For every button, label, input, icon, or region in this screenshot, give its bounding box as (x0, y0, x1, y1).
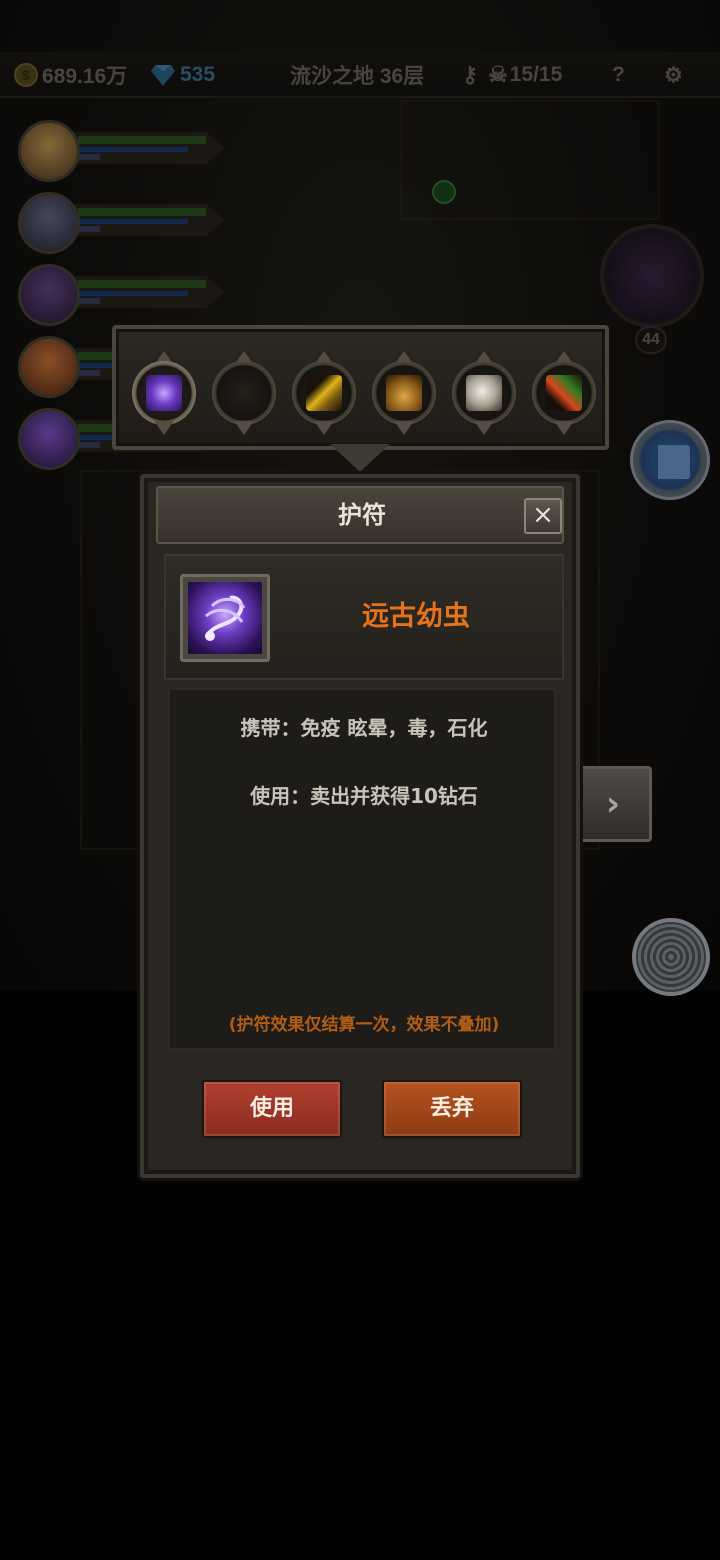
use-effect-text: 使用：卖出并获得10钻石 (250, 784, 478, 808)
feather-icon (306, 375, 342, 411)
description-box: 携带：免疫 眩晕，毒，石化 使用：卖出并获得10钻石 (护符效果仅结算一次，效果… (168, 688, 556, 1050)
amulet-bar (112, 325, 609, 450)
bell-icon (386, 375, 422, 411)
close-button[interactable]: × (524, 498, 562, 534)
amulet-slot-horse[interactable] (448, 351, 520, 435)
dialog-header: 护符 × (156, 486, 564, 544)
item-name: 远古幼虫 (362, 601, 470, 632)
use-button[interactable]: 使用 (202, 1080, 342, 1138)
carrot-icon (546, 375, 582, 411)
amulet-slot-empty[interactable] (208, 351, 280, 435)
horse-head-icon (466, 375, 502, 411)
discard-button[interactable]: 丢弃 (382, 1080, 522, 1138)
carry-effect-text: 携带：免疫 眩晕，毒，石化 (240, 716, 488, 740)
ancient-larva-icon (188, 582, 262, 654)
stacking-note: (护符效果仅结算一次，效果不叠加) (228, 1015, 500, 1035)
amulet-slot-carrot[interactable] (528, 351, 600, 435)
item-icon-frame (180, 574, 270, 662)
amulet-slot-feather[interactable] (288, 351, 360, 435)
amulet-slot-bell[interactable] (368, 351, 440, 435)
larva-icon (146, 375, 182, 411)
dialog-title: 护符 (338, 501, 386, 529)
amulet-slot-ancient-larva[interactable] (128, 351, 200, 435)
item-header: 远古幼虫 (164, 554, 564, 680)
amulet-dialog: 护符 × 远古幼虫 携带：免疫 眩晕，毒，石化 使用：卖出并获得10钻石 (护符… (140, 474, 580, 1178)
